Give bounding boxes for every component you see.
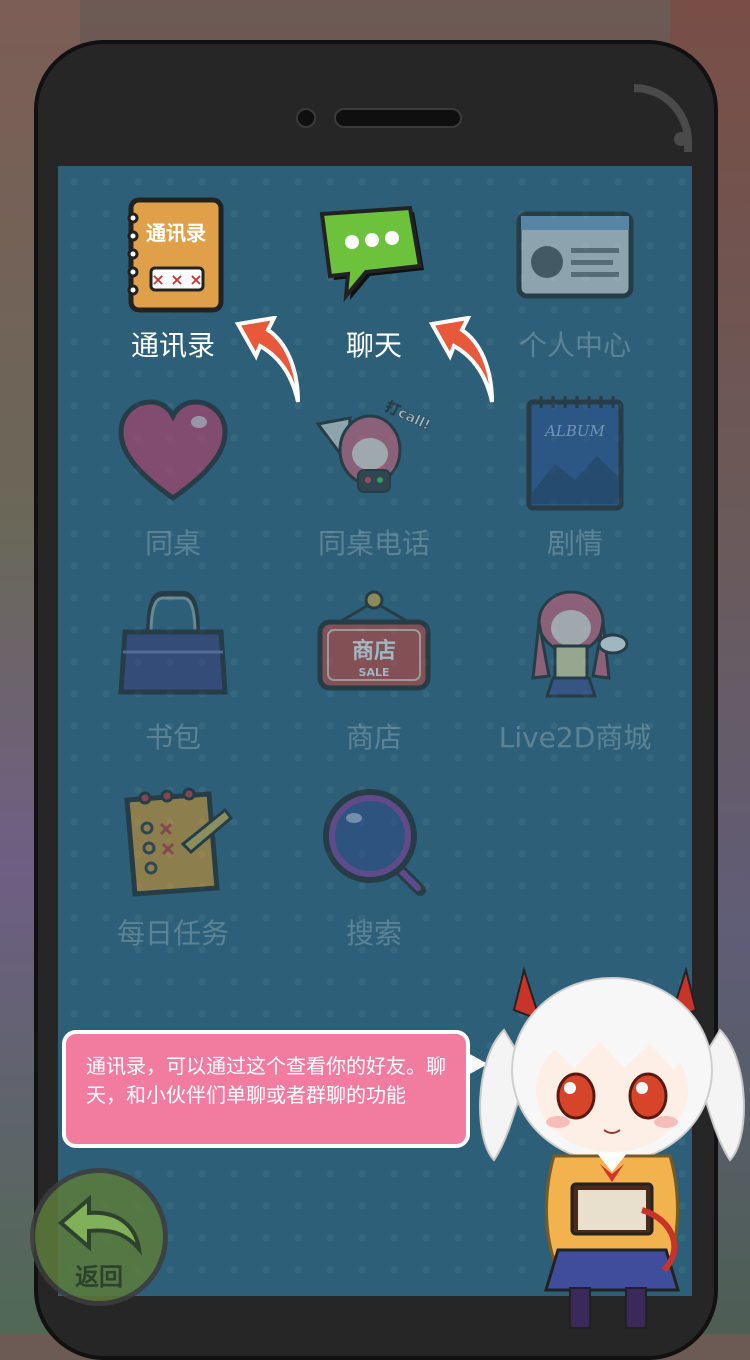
back-button[interactable]: 返回 <box>30 1168 168 1306</box>
back-button-label: 返回 <box>75 1263 123 1291</box>
school-bag-icon <box>113 588 233 708</box>
tutorial-text: 通讯录，可以通过这个查看你的好友。聊天，和小伙伴们单聊或者群聊的功能 <box>86 1054 446 1107</box>
frame-glare-dot <box>674 132 688 146</box>
camera-icon <box>296 108 316 128</box>
app-label: 书包 <box>144 721 201 754</box>
id-card-icon <box>515 196 635 316</box>
svg-text:SALE: SALE <box>359 666 390 679</box>
album-icon: ALBUM <box>515 394 635 514</box>
app-label: 剧情 <box>546 527 603 560</box>
magnifier-icon <box>314 784 434 904</box>
app-shop[interactable]: 商店 SALE 商店 <box>274 588 474 756</box>
back-arrow-icon <box>57 1194 143 1256</box>
task-list-icon <box>113 784 234 904</box>
shop-sign-icon: 商店 SALE <box>314 588 434 708</box>
app-deskmate-call[interactable]: 打call! 同桌电话 <box>274 394 474 562</box>
app-search[interactable]: 搜索 <box>274 784 474 952</box>
app-profile[interactable]: 个人中心 <box>475 196 675 364</box>
app-bag[interactable]: 书包 <box>73 588 273 756</box>
speaker-grill <box>334 108 462 128</box>
live2d-girl-icon <box>515 588 635 708</box>
svg-text:ALBUM: ALBUM <box>543 422 605 440</box>
app-live2d[interactable]: Live2D商城 <box>475 588 675 756</box>
pointer-arrow-contacts <box>234 316 300 403</box>
chat-bubble-icon <box>314 196 434 316</box>
pointer-arrow-chat <box>428 316 494 403</box>
svg-text:通讯录: 通讯录 <box>146 221 206 245</box>
app-label: 搜索 <box>345 917 402 950</box>
heart-icon <box>113 394 233 514</box>
svg-text:商店: 商店 <box>352 638 396 664</box>
app-label: 个人中心 <box>518 329 631 362</box>
app-label: 商店 <box>345 721 402 754</box>
app-label: 同桌电话 <box>317 527 430 560</box>
guide-character <box>479 966 745 1329</box>
app-label: 同桌 <box>144 527 201 560</box>
app-story[interactable]: ALBUM 剧情 <box>475 394 675 562</box>
svg-text:× × ×: × × × <box>151 270 202 289</box>
tutorial-speech-bubble: 通讯录，可以通过这个查看你的好友。聊天，和小伙伴们单聊或者群聊的功能 <box>62 1030 488 1148</box>
app-daily[interactable]: 每日任务 <box>73 784 273 952</box>
call-girl-icon: 打call! <box>314 394 434 514</box>
app-label: 每日任务 <box>116 917 229 950</box>
app-label: Live2D商城 <box>498 721 652 754</box>
app-deskmate[interactable]: 同桌 <box>73 394 273 562</box>
contacts-book-icon: 通讯录 × × × <box>113 196 233 316</box>
